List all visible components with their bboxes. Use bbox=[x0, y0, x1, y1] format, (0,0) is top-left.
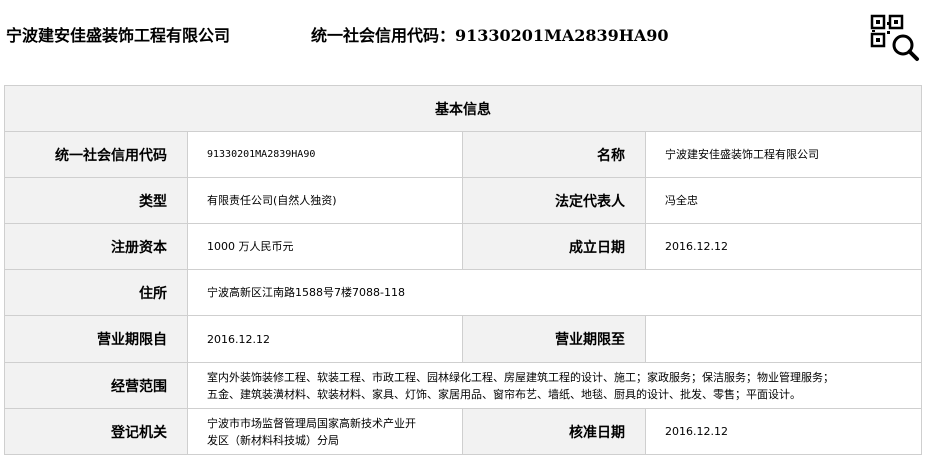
authority-label: 登记机关 bbox=[4, 408, 188, 455]
table-row: 营业期限自 2016.12.12 营业期限至 bbox=[4, 315, 922, 363]
basic-info-table: 基本信息 统一社会信用代码 91330201MA2839HA90 名称 宁波建安… bbox=[4, 85, 922, 455]
term-to-value bbox=[645, 315, 922, 363]
section-title: 基本信息 bbox=[4, 85, 922, 132]
approved-value: 2016.12.12 bbox=[645, 408, 922, 455]
credit-code-value: 91330201MA2839HA90 bbox=[187, 131, 463, 178]
scope-line-2: 五金、建筑装潢材料、软装材料、家具、灯饰、家居用品、窗帘布艺、墙纸、地毯、厨具的… bbox=[207, 387, 801, 401]
approved-label: 核准日期 bbox=[462, 408, 646, 455]
capital-label: 注册资本 bbox=[4, 223, 188, 270]
table-row: 注册资本 1000 万人民币元 成立日期 2016.12.12 bbox=[4, 223, 922, 270]
capital-value: 1000 万人民币元 bbox=[187, 223, 463, 270]
term-to-label: 营业期限至 bbox=[462, 315, 646, 363]
established-label: 成立日期 bbox=[462, 223, 646, 270]
table-row: 类型 有限责任公司(自然人独资) 法定代表人 冯全忠 bbox=[4, 177, 922, 224]
type-value: 有限责任公司(自然人独资) bbox=[187, 177, 463, 224]
header-credit-code: 统一社会信用代码：91330201MA2839HA90 bbox=[311, 26, 669, 45]
address-value: 宁波高新区江南路1588号7楼7088-118 bbox=[187, 269, 922, 316]
table-row: 统一社会信用代码 91330201MA2839HA90 名称 宁波建安佳盛装饰工… bbox=[4, 131, 922, 178]
term-from-value: 2016.12.12 bbox=[187, 315, 463, 363]
page-header: 宁波建安佳盛装饰工程有限公司 统一社会信用代码：91330201MA2839HA… bbox=[0, 0, 926, 70]
scope-line-1: 室内外装饰装修工程、软装工程、市政工程、园林绿化工程、房屋建筑工程的设计、施工；… bbox=[207, 370, 834, 384]
company-title: 宁波建安佳盛装饰工程有限公司 bbox=[6, 26, 231, 45]
authority-value: 宁波市市场监督管理局国家高新技术产业开 发区（新材料科技城）分局 bbox=[187, 408, 463, 455]
legal-rep-value: 冯全忠 bbox=[645, 177, 922, 224]
term-from-label: 营业期限自 bbox=[4, 315, 188, 363]
table-row: 住所 宁波高新区江南路1588号7楼7088-118 bbox=[4, 269, 922, 316]
table-row: 登记机关 宁波市市场监督管理局国家高新技术产业开 发区（新材料科技城）分局 核准… bbox=[4, 408, 922, 455]
table-row: 经营范围 室内外装饰装修工程、软装工程、市政工程、园林绿化工程、房屋建筑工程的设… bbox=[4, 362, 922, 409]
address-label: 住所 bbox=[4, 269, 188, 316]
authority-line-1: 宁波市市场监督管理局国家高新技术产业开 bbox=[207, 416, 416, 430]
credit-code-label: 统一社会信用代码 bbox=[4, 131, 188, 178]
scope-value: 室内外装饰装修工程、软装工程、市政工程、园林绿化工程、房屋建筑工程的设计、施工；… bbox=[187, 362, 922, 409]
name-value: 宁波建安佳盛装饰工程有限公司 bbox=[645, 131, 922, 178]
scope-label: 经营范围 bbox=[4, 362, 188, 409]
type-label: 类型 bbox=[4, 177, 188, 224]
qr-code-search-icon[interactable] bbox=[870, 14, 920, 64]
legal-rep-label: 法定代表人 bbox=[462, 177, 646, 224]
name-label: 名称 bbox=[462, 131, 646, 178]
authority-line-2: 发区（新材料科技城）分局 bbox=[207, 433, 339, 447]
established-value: 2016.12.12 bbox=[645, 223, 922, 270]
